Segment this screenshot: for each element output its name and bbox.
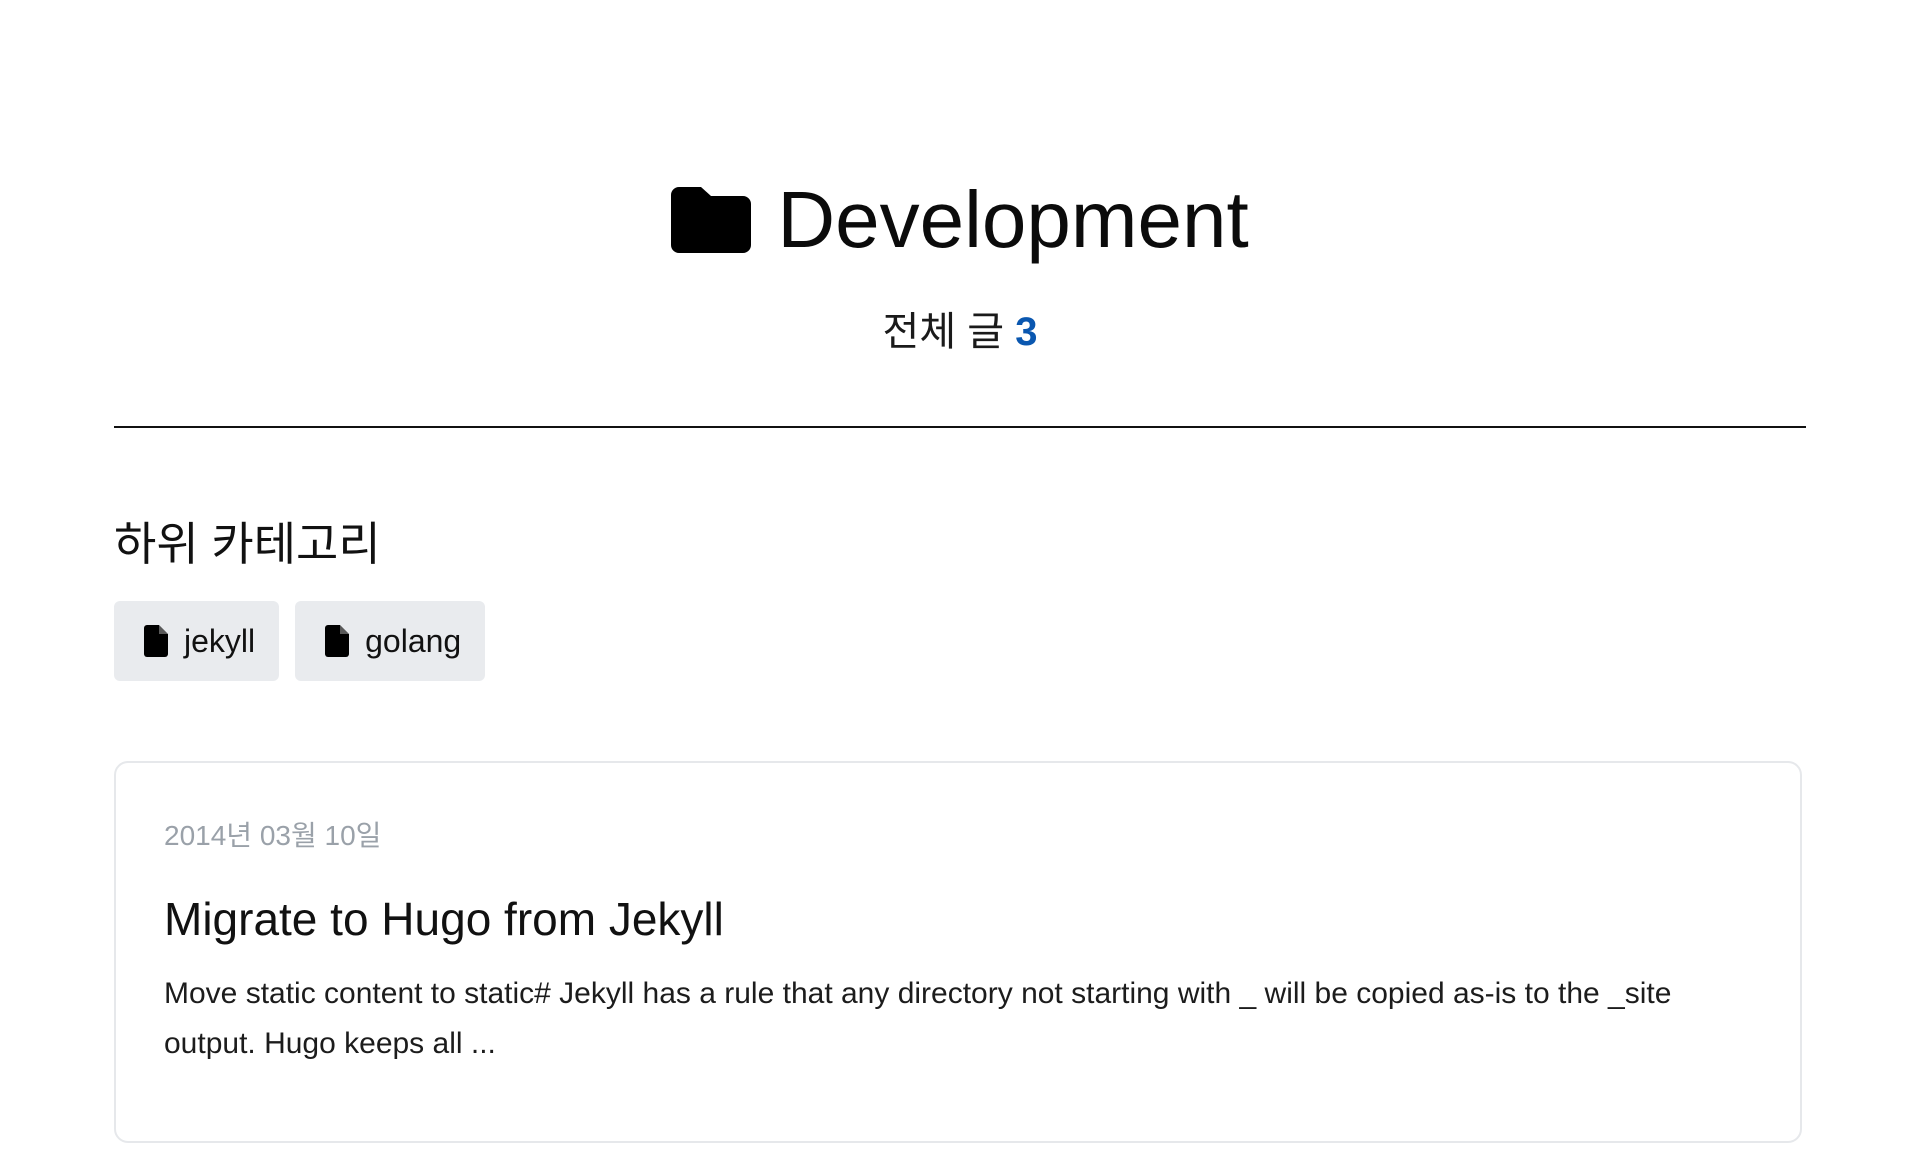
file-icon — [144, 625, 168, 657]
post-date: 2014년 03월 10일 — [164, 820, 382, 851]
post-count-value: 3 — [1015, 310, 1038, 354]
subcategory-chip-golang[interactable]: golang — [295, 601, 486, 681]
post-card[interactable]: 2014년 03월 10일 Migrate to Hugo from Jekyl… — [114, 761, 1802, 1143]
subcategory-chip-jekyll[interactable]: jekyll — [114, 601, 280, 681]
subcategories-heading: 하위 카테고리 — [114, 518, 381, 570]
category-page: Development 전체 글 3 하위 카테고리 jekyll golang… — [114, 0, 1806, 1143]
subcategory-label: jekyll — [184, 622, 256, 659]
file-icon — [325, 625, 350, 657]
subcategory-label: golang — [365, 622, 462, 659]
subcategory-list: jekyll golang — [114, 601, 486, 681]
category-header: Development 전체 글 3 — [114, 0, 1806, 356]
post-excerpt: Move static content to static# Jekyll ha… — [164, 977, 1672, 1060]
category-title: Development — [777, 175, 1249, 264]
header-divider — [114, 426, 1806, 428]
post-title-link[interactable]: Migrate to Hugo from Jekyll — [164, 891, 724, 947]
page-title: Development — [671, 172, 1249, 268]
post-count-label: 전체 글 — [882, 310, 1005, 354]
folder-icon — [671, 187, 752, 253]
post-count: 전체 글 3 — [114, 308, 1806, 356]
